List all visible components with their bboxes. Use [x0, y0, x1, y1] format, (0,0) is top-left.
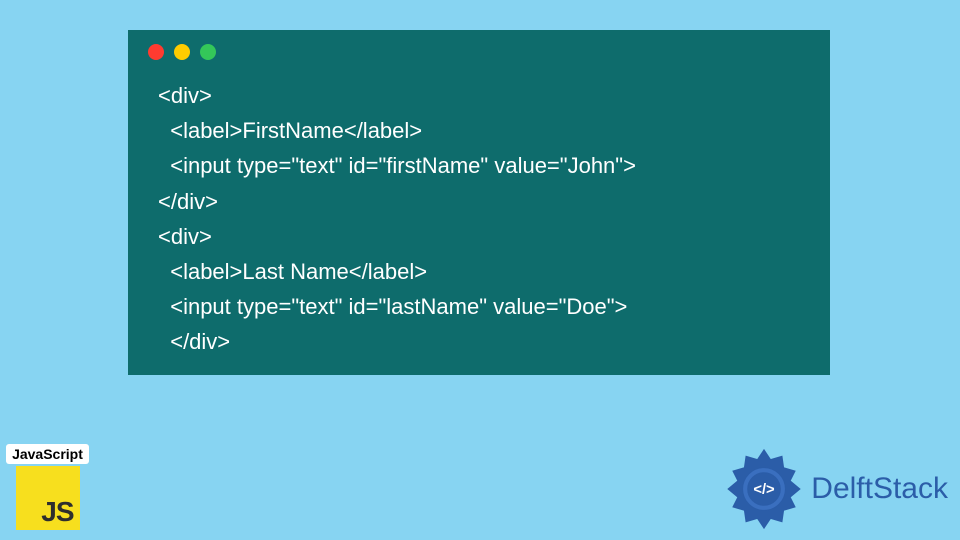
javascript-badge-icon: JS — [16, 466, 80, 530]
window-maximize-icon — [200, 44, 216, 60]
window-minimize-icon — [174, 44, 190, 60]
code-line: <label>FirstName</label> — [158, 118, 422, 143]
window-controls — [148, 44, 216, 60]
code-line: </div> — [158, 189, 218, 214]
javascript-label: JavaScript — [6, 444, 89, 464]
code-window: <div> <label>FirstName</label> <input ty… — [128, 30, 830, 375]
code-line: <div> — [158, 224, 212, 249]
delftstack-logo: </> DelftStack — [723, 448, 948, 530]
svg-text:</>: </> — [754, 482, 776, 498]
code-line: <input type="text" id="lastName" value="… — [158, 294, 627, 319]
code-line: <label>Last Name</label> — [158, 259, 427, 284]
code-line: </div> — [158, 329, 230, 354]
window-close-icon — [148, 44, 164, 60]
code-content: <div> <label>FirstName</label> <input ty… — [158, 78, 810, 360]
code-line: <div> — [158, 83, 212, 108]
javascript-logo: JavaScript JS — [5, 444, 90, 530]
delftstack-emblem-icon: </> — [723, 448, 805, 530]
javascript-badge-text: JS — [41, 496, 73, 528]
code-line: <input type="text" id="firstName" value=… — [158, 153, 636, 178]
delftstack-wordmark: DelftStack — [811, 472, 948, 506]
